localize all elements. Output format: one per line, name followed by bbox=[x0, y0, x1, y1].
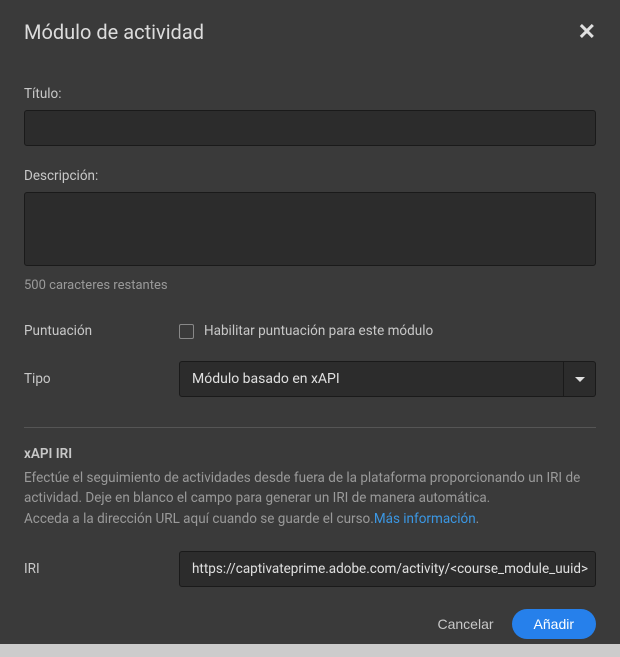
xapi-desc-line1: Efectúe el seguimiento de actividades de… bbox=[24, 470, 580, 506]
iri-row: IRI https://captivateprime.adobe.com/act… bbox=[24, 551, 596, 587]
xapi-desc-line2-prefix: Acceda a la dirección URL aquí cuando se… bbox=[24, 511, 374, 527]
iri-label: IRI bbox=[24, 561, 179, 577]
tipo-label: Tipo bbox=[24, 371, 179, 387]
descripcion-helper: 500 caracteres restantes bbox=[24, 278, 596, 293]
descripcion-label: Descripción: bbox=[24, 168, 596, 184]
puntuacion-row: Puntuación Habilitar puntuación para est… bbox=[24, 323, 596, 339]
descripcion-input[interactable] bbox=[24, 192, 596, 266]
puntuacion-checkbox[interactable] bbox=[179, 324, 194, 339]
tipo-row: Tipo Módulo basado en xAPI bbox=[24, 361, 596, 397]
modal-title: Módulo de actividad bbox=[24, 20, 204, 44]
modal-footer: Cancelar Añadir bbox=[0, 587, 620, 657]
modal-header: Módulo de actividad ✕ bbox=[0, 0, 620, 54]
xapi-section-title: xAPI IRI bbox=[24, 446, 596, 462]
cancel-button[interactable]: Cancelar bbox=[438, 616, 494, 632]
modal-body: Título: Descripción: 500 caracteres rest… bbox=[0, 54, 620, 587]
tipo-select[interactable]: Módulo basado en xAPI bbox=[179, 361, 596, 397]
puntuacion-checkbox-label: Habilitar puntuación para este módulo bbox=[204, 323, 433, 339]
activity-module-modal: Módulo de actividad ✕ Título: Descripció… bbox=[0, 0, 620, 644]
puntuacion-label: Puntuación bbox=[24, 323, 179, 339]
titulo-input[interactable] bbox=[24, 110, 596, 146]
xapi-section-desc: Efectúe el seguimiento de actividades de… bbox=[24, 468, 596, 529]
divider bbox=[24, 427, 596, 428]
tipo-select-value: Módulo basado en xAPI bbox=[179, 361, 564, 397]
add-button[interactable]: Añadir bbox=[512, 609, 596, 639]
iri-input[interactable]: https://captivateprime.adobe.com/activit… bbox=[179, 551, 596, 587]
more-info-link[interactable]: Más información bbox=[374, 511, 476, 527]
close-icon[interactable]: ✕ bbox=[578, 21, 596, 43]
chevron-down-icon[interactable] bbox=[564, 361, 596, 397]
puntuacion-checkbox-wrap: Habilitar puntuación para este módulo bbox=[179, 323, 433, 339]
titulo-label: Título: bbox=[24, 86, 596, 102]
